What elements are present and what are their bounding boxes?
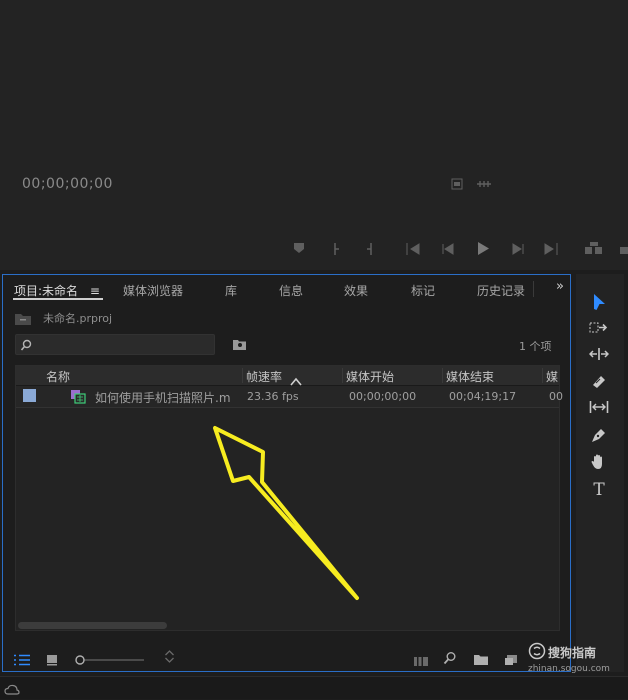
annotation-arrow	[213, 426, 359, 600]
sogou-logo-icon	[528, 642, 546, 664]
creative-cloud-icon[interactable]	[4, 681, 20, 700]
watermark-url: zhinan.sogou.com	[528, 664, 610, 674]
watermark-title: 搜狗指南	[548, 646, 597, 660]
status-bar	[0, 676, 628, 699]
